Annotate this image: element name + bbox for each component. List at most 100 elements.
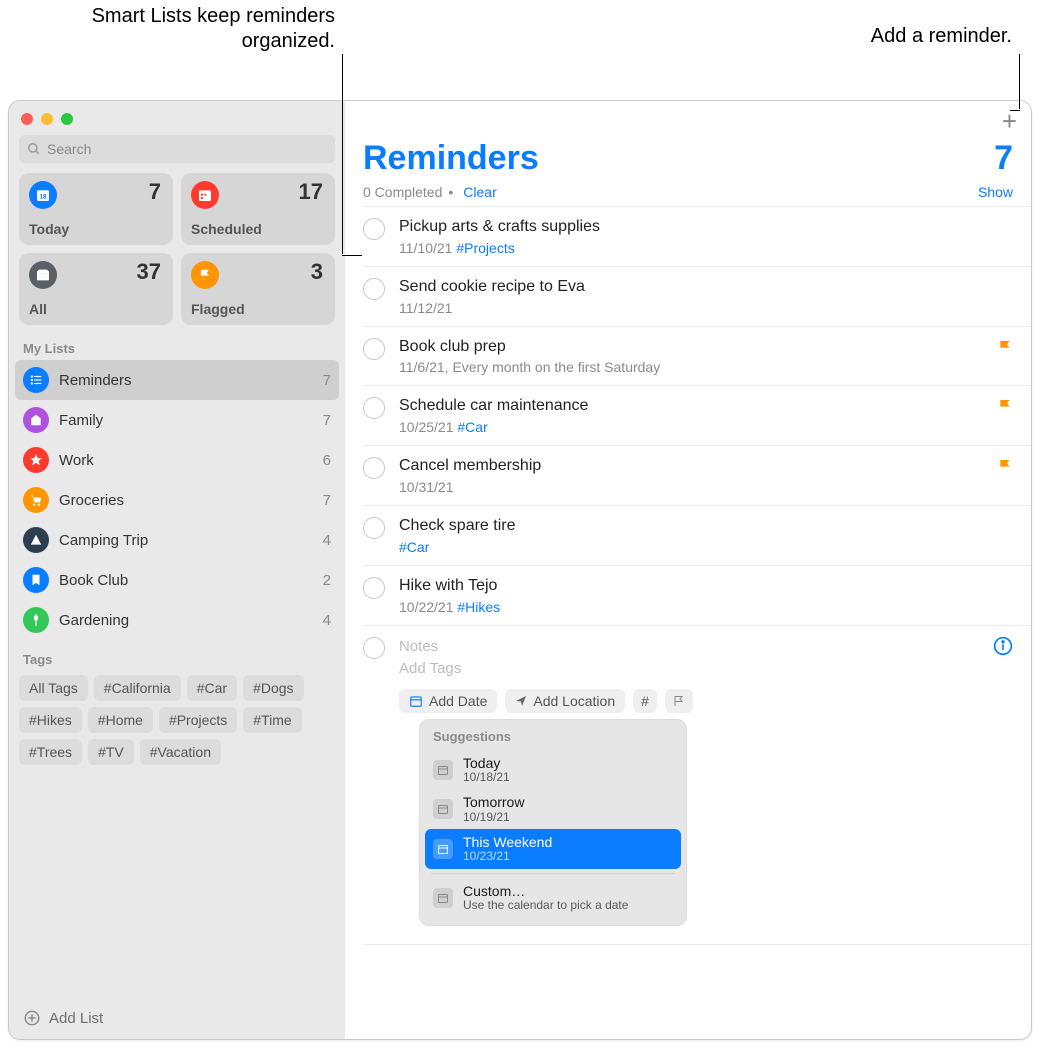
date-option-today[interactable]: Today10/18/21 xyxy=(425,750,681,790)
list-icon xyxy=(23,407,49,433)
calendar-icon xyxy=(433,839,453,859)
smart-list-scheduled[interactable]: 17Scheduled xyxy=(181,173,335,245)
reminder-title: Book club prep xyxy=(399,337,989,358)
sidebar-list-book-club[interactable]: Book Club2 xyxy=(9,560,345,600)
calendar-icon xyxy=(433,760,453,780)
clear-completed-button[interactable]: Clear xyxy=(463,184,496,200)
smart-list-all[interactable]: 37All xyxy=(19,253,173,325)
reminder-meta: 10/22/21 #Hikes xyxy=(399,599,1013,615)
reminder-meta: 10/25/21 #Car xyxy=(399,419,989,435)
sidebar-list-groceries[interactable]: Groceries7 xyxy=(9,480,345,520)
reminder-title: Pickup arts & crafts supplies xyxy=(399,217,1013,238)
tag-california[interactable]: #California xyxy=(94,675,181,701)
reminder-meta: 11/10/21 #Projects xyxy=(399,240,1013,256)
list-name: Book Club xyxy=(59,572,313,589)
reminder-row[interactable]: Cancel membership10/31/21 xyxy=(363,445,1031,505)
tags-header: Tags xyxy=(9,646,345,671)
all-icon xyxy=(29,261,57,289)
info-button[interactable] xyxy=(993,636,1013,656)
add-reminder-button[interactable]: + xyxy=(1002,108,1017,134)
complete-toggle[interactable] xyxy=(363,397,385,419)
window-controls xyxy=(9,101,345,133)
list-icon xyxy=(23,487,49,513)
complete-toggle[interactable] xyxy=(363,338,385,360)
notes-field[interactable]: Notes xyxy=(399,636,993,659)
complete-toggle[interactable] xyxy=(363,517,385,539)
reminders-window: Search 187Today17Scheduled37All3Flagged … xyxy=(8,100,1032,1040)
tag-vacation[interactable]: #Vacation xyxy=(140,739,221,765)
complete-toggle[interactable] xyxy=(363,457,385,479)
reminder-title: Check spare tire xyxy=(399,516,1013,537)
list-icon xyxy=(23,567,49,593)
sidebar-list-family[interactable]: Family7 xyxy=(9,400,345,440)
reminder-meta: 11/12/21 xyxy=(399,300,1013,316)
complete-toggle[interactable] xyxy=(363,577,385,599)
add-tags-field[interactable]: Add Tags xyxy=(399,658,993,681)
date-option-custom[interactable]: Custom… Use the calendar to pick a date xyxy=(425,878,681,918)
list-count: 7 xyxy=(323,372,331,389)
reminder-meta: 10/31/21 xyxy=(399,479,989,495)
tag-projects[interactable]: #Projects xyxy=(159,707,237,733)
add-location-chip[interactable]: Add Location xyxy=(505,689,625,713)
list-icon xyxy=(23,527,49,553)
reminder-row[interactable]: Send cookie recipe to Eva 11/12/21 xyxy=(363,266,1031,326)
tag-car[interactable]: #Car xyxy=(187,675,237,701)
flag-icon xyxy=(997,339,1013,355)
tag-trees[interactable]: #Trees xyxy=(19,739,82,765)
page-title: Reminders xyxy=(363,139,539,178)
add-list-button[interactable]: Add List xyxy=(9,997,345,1039)
complete-toggle[interactable] xyxy=(363,218,385,240)
plus-circle-icon xyxy=(23,1009,41,1027)
my-lists-header: My Lists xyxy=(9,335,345,360)
reminder-row[interactable]: Book club prep11/6/21, Every month on th… xyxy=(363,326,1031,386)
flag-icon xyxy=(997,458,1013,474)
popover-header: Suggestions xyxy=(425,727,681,750)
sidebar-list-camping-trip[interactable]: Camping Trip4 xyxy=(9,520,345,560)
add-date-chip[interactable]: Add Date xyxy=(399,689,497,713)
complete-toggle[interactable] xyxy=(363,637,385,659)
add-flag-chip[interactable] xyxy=(665,689,693,713)
list-icon xyxy=(23,447,49,473)
reminder-title: Send cookie recipe to Eva xyxy=(399,277,1013,298)
sidebar-list-reminders[interactable]: Reminders7 xyxy=(15,360,339,400)
completed-count: 0 Completed xyxy=(363,184,442,200)
reminder-row[interactable]: Pickup arts & crafts supplies 11/10/21 #P… xyxy=(363,206,1031,266)
tag-home[interactable]: #Home xyxy=(88,707,153,733)
complete-toggle[interactable] xyxy=(363,278,385,300)
list-count: 7 xyxy=(323,412,331,429)
date-option-tomorrow[interactable]: Tomorrow10/19/21 xyxy=(425,789,681,829)
reminder-row[interactable]: Check spare tire #Car xyxy=(363,505,1031,565)
main-pane: + Reminders 7 0 Completed • Clear Show P… xyxy=(345,101,1031,1039)
reminder-meta: 11/6/21, Every month on the first Saturd… xyxy=(399,359,989,375)
list-count: 4 xyxy=(323,612,331,629)
list-count: 7 xyxy=(323,492,331,509)
tag-dogs[interactable]: #Dogs xyxy=(243,675,303,701)
sidebar-list-gardening[interactable]: Gardening4 xyxy=(9,600,345,640)
flag-icon xyxy=(997,398,1013,414)
tag-hikes[interactable]: #Hikes xyxy=(19,707,82,733)
reminder-row[interactable]: Hike with Tejo10/22/21 #Hikes xyxy=(363,565,1031,625)
flagged-icon xyxy=(191,261,219,289)
date-suggestions-popover: Suggestions Today10/18/21Tomorrow10/19/2… xyxy=(419,719,687,927)
reminder-row[interactable]: Schedule car maintenance10/25/21 #Car xyxy=(363,385,1031,445)
calendar-icon xyxy=(433,799,453,819)
svg-text:18: 18 xyxy=(40,194,47,200)
smart-list-today[interactable]: 187Today xyxy=(19,173,173,245)
date-option-this-weekend[interactable]: This Weekend10/23/21 xyxy=(425,829,681,869)
minimize-window-button[interactable] xyxy=(41,113,53,125)
zoom-window-button[interactable] xyxy=(61,113,73,125)
callout-smart-lists: Smart Lists keep reminders organized. xyxy=(20,4,335,54)
tag-tv[interactable]: #TV xyxy=(88,739,134,765)
tag-all-tags[interactable]: All Tags xyxy=(19,675,88,701)
search-input[interactable]: Search xyxy=(19,135,335,163)
close-window-button[interactable] xyxy=(21,113,33,125)
reminder-meta: #Car xyxy=(399,539,1013,555)
tag-time[interactable]: #Time xyxy=(243,707,301,733)
add-tag-chip[interactable]: # xyxy=(633,689,657,713)
list-count: 4 xyxy=(323,532,331,549)
show-completed-button[interactable]: Show xyxy=(978,184,1013,200)
sidebar-list-work[interactable]: Work6 xyxy=(9,440,345,480)
new-reminder-row[interactable]: Notes Add Tags Add Date Add Location # xyxy=(363,625,1031,946)
callout-add-reminder: Add a reminder. xyxy=(752,24,1012,49)
smart-list-flagged[interactable]: 3Flagged xyxy=(181,253,335,325)
